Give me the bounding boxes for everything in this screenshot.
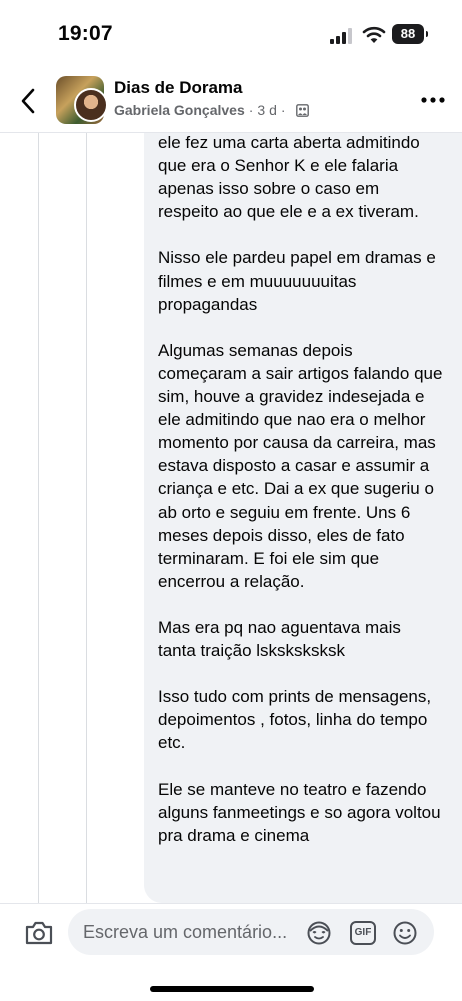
more-dots-icon[interactable] xyxy=(418,92,448,108)
comment-placeholder: Escreva um comentário... xyxy=(83,922,288,942)
post-age: 3 d xyxy=(257,102,277,118)
comment-text: ele fez uma carta aberta admitindo que e… xyxy=(158,133,443,870)
home-indicator xyxy=(150,986,314,992)
comment-paragraph: Algumas semanas depois começaram a sair … xyxy=(158,340,443,591)
meta-separator-2: · xyxy=(280,102,286,118)
comment-paragraph: Mas era pq nao aguentava mais tanta trai… xyxy=(158,617,401,661)
comment-paragraph: Nisso ele pardeu papel em dramas e filme… xyxy=(158,248,436,314)
battery-icon: 88 xyxy=(392,24,428,44)
status-bar: 19:07 88 xyxy=(0,0,462,70)
comment-paragraph: Isso tudo com prints de mensagens, depoi… xyxy=(158,687,432,753)
comment-paragraph: Ele se manteve no teatro e fazendo algun… xyxy=(158,779,441,845)
back-arrow-icon[interactable] xyxy=(14,84,44,118)
signal-icon xyxy=(330,28,352,44)
author-avatar[interactable] xyxy=(74,88,108,122)
meta-separator: · xyxy=(248,102,254,118)
post-author[interactable]: Gabriela Gonçalves xyxy=(114,102,245,118)
comment-input[interactable]: Escreva um comentário... GIF xyxy=(68,909,434,955)
camera-icon[interactable] xyxy=(24,920,54,946)
status-time: 19:07 xyxy=(58,22,113,45)
comment-paragraph: ele fez uma carta aberta admitindo que e… xyxy=(158,133,420,222)
thread-line xyxy=(38,133,39,903)
wifi-icon xyxy=(362,26,386,43)
group-name[interactable]: Dias de Dorama xyxy=(114,78,243,98)
emoji-icon[interactable] xyxy=(392,920,418,946)
gif-icon[interactable]: GIF xyxy=(350,921,376,945)
post-meta: Gabriela Gonçalves · 3 d · xyxy=(114,102,309,118)
comment-bubble[interactable]: ele fez uma carta aberta admitindo que e… xyxy=(144,133,462,903)
avatar-sticker-icon[interactable] xyxy=(306,920,332,946)
group-audience-icon xyxy=(295,103,309,117)
post-header: Dias de Dorama Gabriela Gonçalves · 3 d … xyxy=(0,70,462,133)
thread-line xyxy=(86,133,87,903)
comment-composer: Escreva um comentário... GIF xyxy=(0,903,462,1001)
